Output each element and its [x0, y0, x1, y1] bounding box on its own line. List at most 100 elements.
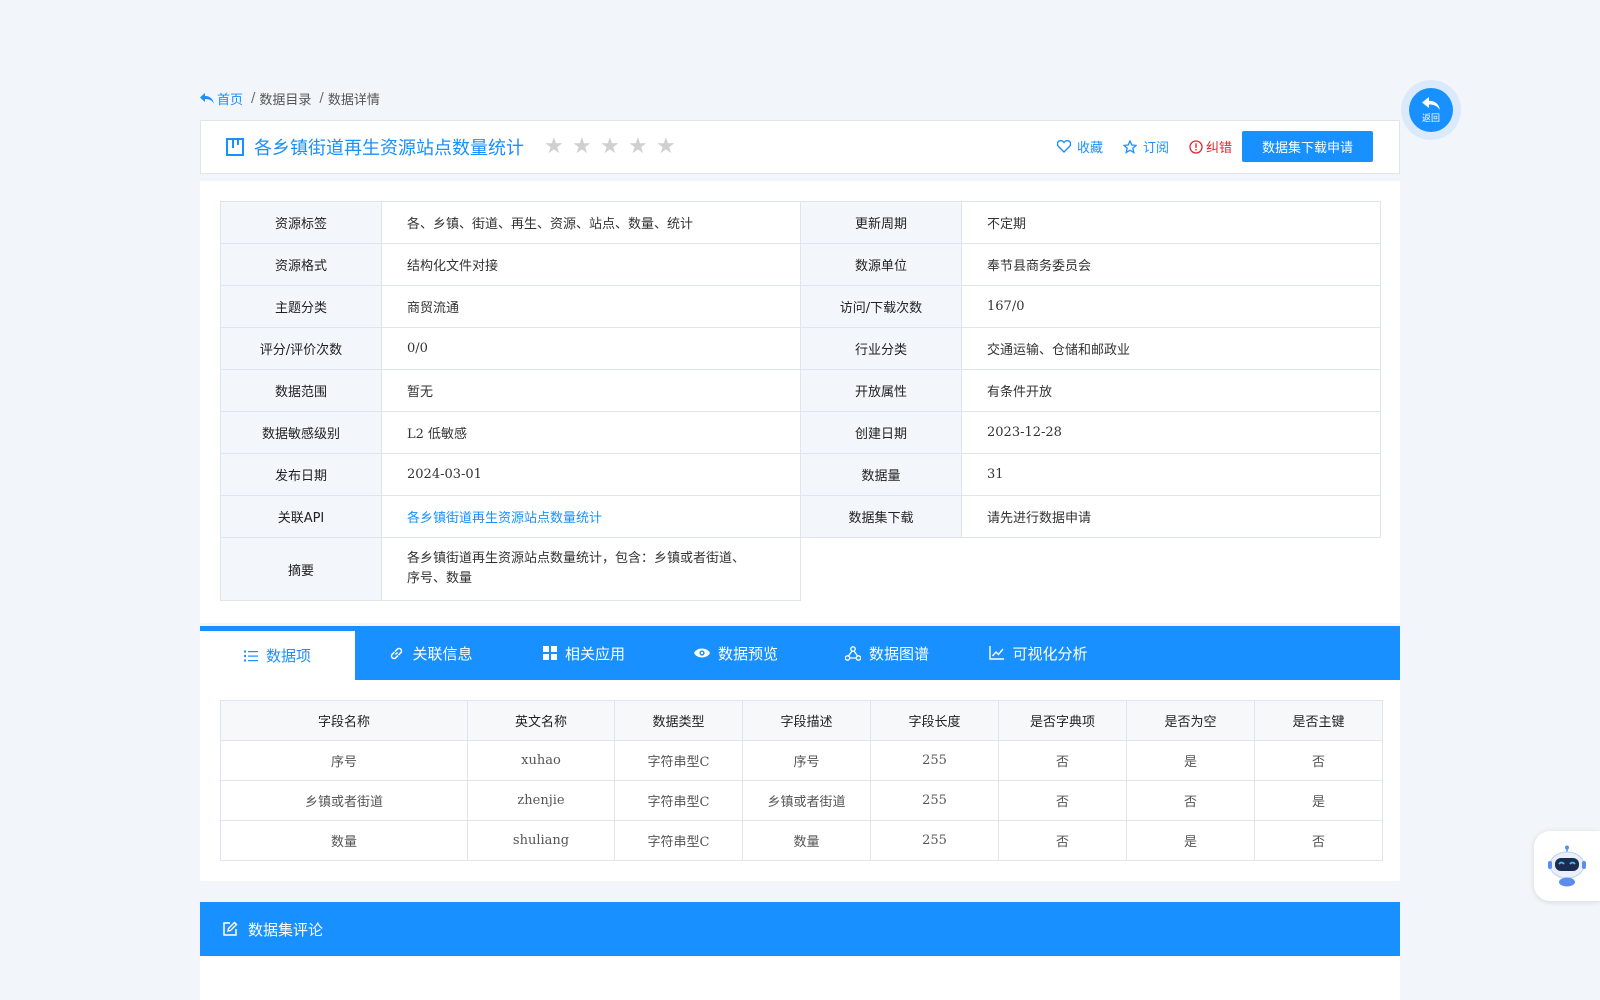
table-cell: 字符串型C	[614, 780, 743, 821]
tab-label: 数据预览	[717, 644, 778, 663]
breadcrumb-separator: /	[319, 91, 324, 106]
info-label: 数据量	[800, 453, 962, 496]
dataset-title-bar: 各乡镇街道再生资源站点数量统计 ★ ★ ★ ★ ★ 收藏 订阅 纠错 数据集下载申请	[200, 120, 1400, 174]
info-row: 数据敏感级别 L2 低敏感 创建日期 2023-12-28	[220, 411, 1381, 454]
breadcrumb-home-label: 首页	[217, 93, 244, 108]
column-header: 是否为空	[1126, 700, 1255, 741]
column-header: 字段长度	[870, 700, 999, 741]
breadcrumb-separator: /	[251, 91, 256, 106]
report-error-label: 纠错	[1205, 141, 1232, 156]
rating-star[interactable]: ★	[656, 136, 684, 158]
robot-icon	[1548, 845, 1586, 887]
tab-related-apps[interactable]: 相关应用	[507, 626, 661, 680]
table-cell: 否	[1254, 820, 1383, 861]
table-cell: 乡镇或者街道	[220, 780, 468, 821]
table-row: 序号 xuhao 字符串型C 序号 255 否是否	[220, 740, 1383, 781]
rating-star[interactable]: ★	[628, 136, 656, 158]
info-label: 创建日期	[800, 411, 962, 454]
info-label: 行业分类	[800, 327, 962, 370]
line-chart-icon	[989, 646, 1012, 660]
link-icon	[389, 646, 412, 661]
tab-data-preview[interactable]: 数据预览	[661, 626, 811, 680]
info-label: 主题分类	[220, 285, 382, 328]
info-value: L2 低敏感	[381, 411, 801, 454]
table-cell: 否	[998, 740, 1127, 781]
comments-title: 数据集评论	[248, 920, 324, 939]
info-row: 资源格式 结构化文件对接 数源单位 奉节县商务委员会	[220, 243, 1381, 286]
info-label: 资源格式	[220, 243, 382, 286]
grid-icon	[542, 646, 565, 660]
tab-data-graph[interactable]: 数据图谱	[811, 626, 963, 680]
table-cell: 是	[1126, 740, 1255, 781]
info-value: 奉节县商务委员会	[961, 243, 1381, 286]
tab-label: 可视化分析	[1012, 644, 1088, 663]
table-cell: 否	[998, 820, 1127, 861]
summary-label: 摘要	[220, 537, 382, 601]
rating-star[interactable]: ★	[572, 136, 600, 158]
tab-related-info[interactable]: 关联信息	[355, 626, 507, 680]
summary-value: 各乡镇街道再生资源站点数量统计，包含：乡镇或者街道、 序号、数量	[381, 537, 801, 601]
empty-cell	[962, 538, 1381, 601]
favorite-button[interactable]: 收藏	[1056, 137, 1103, 156]
info-label: 数源单位	[800, 243, 962, 286]
info-value: 交通运输、仓储和邮政业	[961, 327, 1381, 370]
kanban-icon	[226, 138, 244, 156]
comments-header: 数据集评论	[200, 902, 1400, 956]
detail-tabs: 数据项 关联信息 相关应用 数据预览 数据图谱 可视化分析	[200, 626, 1400, 680]
info-row: 评分/评价次数 0/0 行业分类 交通运输、仓储和邮政业	[220, 327, 1381, 370]
info-row: 资源标签 各、乡镇、街道、再生、资源、站点、数量、统计 更新周期 不定期	[220, 201, 1381, 244]
summary-line: 各乡镇街道再生资源站点数量统计，包含：乡镇或者街道、	[407, 551, 746, 566]
heart-icon	[1056, 140, 1071, 153]
rating-star[interactable]: ★	[544, 136, 572, 158]
rating-star[interactable]: ★	[600, 136, 628, 158]
breadcrumb-data-catalog[interactable]: 数据目录	[259, 89, 311, 108]
table-row: 乡镇或者街道 zhenjie 字符串型C 乡镇或者街道 255 否否是	[220, 780, 1383, 821]
info-label: 数据敏感级别	[220, 411, 382, 454]
data-items-panel: 字段名称 英文名称 数据类型 字段描述 字段长度 是否字典项 是否为空 是否主键 序号 xuha…	[200, 680, 1400, 881]
tab-label: 数据图谱	[868, 644, 929, 663]
column-header: 是否主键	[1254, 700, 1383, 741]
related-api-link[interactable]: 各乡镇街道再生资源站点数量统计	[381, 495, 801, 538]
info-value: 0/0	[381, 327, 801, 370]
table-cell: zhenjie	[467, 780, 615, 821]
info-value: 167/0	[961, 285, 1381, 328]
download-apply-button[interactable]: 数据集下载申请	[1242, 131, 1373, 162]
tab-label: 相关应用	[564, 644, 625, 663]
title-actions: 收藏 订阅 纠错 数据集下载申请	[1037, 131, 1373, 162]
favorite-label: 收藏	[1076, 141, 1103, 156]
subscribe-button[interactable]: 订阅	[1122, 137, 1169, 156]
table-cell: 是	[1126, 820, 1255, 861]
info-label: 发布日期	[220, 453, 382, 496]
edit-icon	[223, 921, 238, 936]
info-value: 暂无	[381, 369, 801, 412]
info-value: 各、乡镇、街道、再生、资源、站点、数量、统计	[381, 201, 801, 244]
breadcrumb-home-link[interactable]: 首页	[200, 89, 243, 108]
info-label: 更新周期	[800, 201, 962, 244]
info-label: 数据集下载	[800, 495, 962, 538]
column-header: 英文名称	[467, 700, 615, 741]
info-value: 31	[961, 453, 1381, 496]
tab-label: 关联信息	[412, 644, 473, 663]
table-cell: 是	[1254, 780, 1383, 821]
table-cell: 字符串型C	[614, 820, 743, 861]
info-label: 关联API	[220, 495, 382, 538]
eye-icon	[693, 647, 718, 659]
info-label: 评分/评价次数	[220, 327, 382, 370]
data-items-header-row: 字段名称 英文名称 数据类型 字段描述 字段长度 是否字典项 是否为空 是否主键	[220, 700, 1383, 741]
dataset-title: 各乡镇街道再生资源站点数量统计	[254, 138, 524, 159]
table-cell: 数量	[742, 820, 871, 861]
info-label: 资源标签	[220, 201, 382, 244]
info-row: 数据范围 暂无 开放属性 有条件开放	[220, 369, 1381, 412]
back-button[interactable]: 返回	[1401, 80, 1461, 140]
subscribe-label: 订阅	[1142, 141, 1169, 156]
tab-visual-analysis[interactable]: 可视化分析	[963, 626, 1114, 680]
breadcrumb: 首页 / 数据目录 / 数据详情	[200, 89, 380, 108]
report-error-button[interactable]: 纠错	[1189, 137, 1232, 156]
rating-stars[interactable]: ★ ★ ★ ★ ★	[544, 136, 684, 158]
table-cell: 乡镇或者街道	[742, 780, 871, 821]
info-label: 数据范围	[220, 369, 382, 412]
ai-assistant-button[interactable]	[1534, 831, 1600, 901]
table-cell: 数量	[220, 820, 468, 861]
back-arrow-icon	[1422, 96, 1440, 110]
tab-data-items[interactable]: 数据项	[200, 626, 355, 680]
